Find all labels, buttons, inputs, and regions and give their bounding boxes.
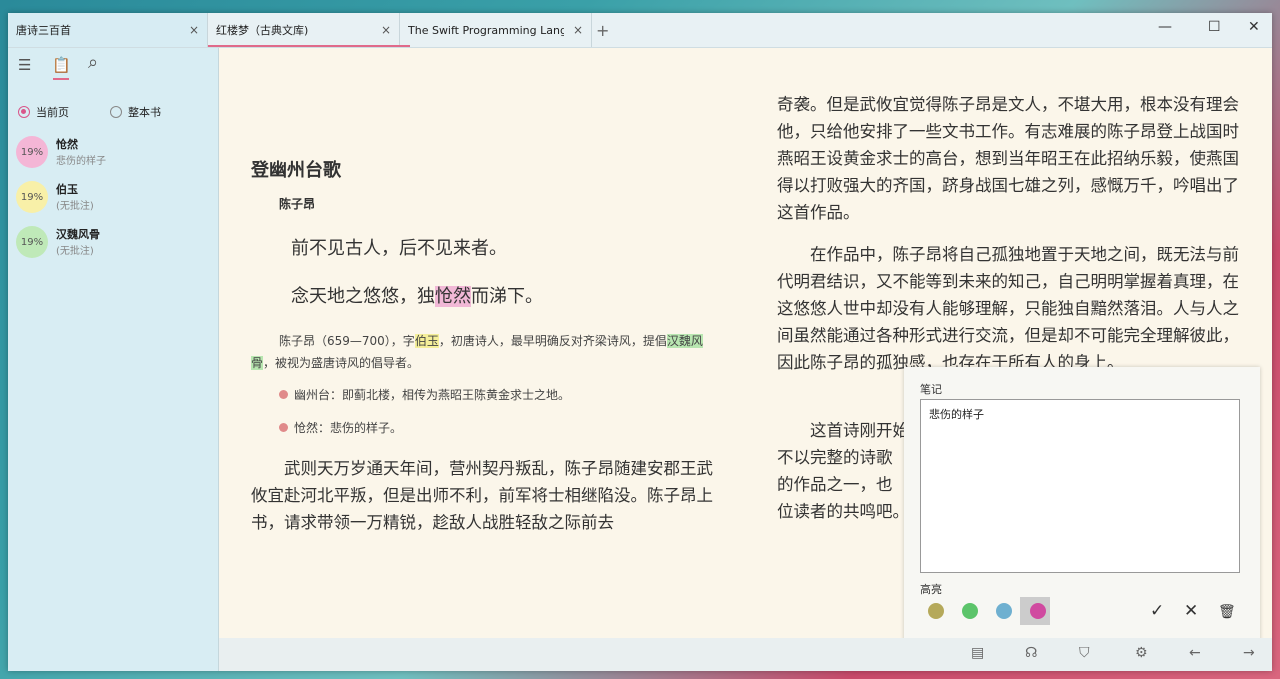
store-icon[interactable]: ⛉ bbox=[1079, 645, 1090, 661]
bio-text: ，初唐诗人，最早明确反对齐梁诗风，提倡 bbox=[438, 334, 667, 348]
highlight-label: 高亮 bbox=[920, 583, 942, 596]
note-comment: (无批注) bbox=[56, 201, 94, 212]
radio-selected-icon bbox=[18, 106, 30, 118]
paragraph: 这首诗刚开始 bbox=[810, 421, 909, 440]
cancel-icon[interactable]: ✕ bbox=[1184, 601, 1198, 621]
note-percent: 19% bbox=[16, 136, 48, 168]
settings-icon[interactable]: ⚙ bbox=[1135, 645, 1148, 661]
note-label: 笔记 bbox=[920, 383, 942, 396]
scope-whole-book-radio[interactable]: 整本书 bbox=[110, 104, 161, 120]
poem-text: 而涕下。 bbox=[471, 286, 543, 307]
footnote: 幽州台：即蓟北楼，相传为燕昭王陈黄金求士之地。 bbox=[279, 386, 570, 403]
paragraph-line: 的作品之一，也 bbox=[777, 475, 893, 494]
read-aloud-icon[interactable]: ☊ bbox=[1025, 645, 1037, 661]
paragraph-line: 不以完整的诗歌 bbox=[777, 448, 893, 467]
note-percent: 19% bbox=[16, 181, 48, 213]
footnote-text: 怆然：悲伤的样子。 bbox=[294, 421, 403, 435]
page-icon[interactable]: ▤ bbox=[971, 645, 984, 661]
tab-label: 红楼梦（古典文库) bbox=[216, 24, 309, 37]
highlight-pink[interactable]: 怆然 bbox=[435, 286, 471, 307]
scope-current-page-radio[interactable]: 当前页 bbox=[18, 104, 69, 120]
note-editor-panel: 笔记 悲伤的样子 高亮 ✓ ✕ 🗑 bbox=[904, 367, 1260, 651]
active-tab-indicator bbox=[208, 45, 410, 47]
poem-author: 陈子昂 bbox=[279, 197, 316, 211]
note-title: 汉魏风骨 bbox=[56, 228, 100, 241]
new-tab-button[interactable]: + bbox=[596, 21, 609, 40]
note-title: 怆然 bbox=[56, 138, 78, 151]
delete-icon[interactable]: 🗑 bbox=[1218, 604, 1236, 620]
radio-label: 整本书 bbox=[128, 106, 161, 119]
sidebar: ☰ 📋 ⌕ 当前页 整本书 19% 怆然 悲伤的样子 19% 伯玉 (无批注) … bbox=[8, 48, 219, 671]
close-tab-icon[interactable]: × bbox=[189, 23, 199, 37]
poem-line: 前不见古人，后不见来者。 bbox=[291, 238, 507, 259]
close-tab-icon[interactable]: × bbox=[381, 23, 391, 37]
note-list-item[interactable]: 19% 怆然 悲伤的样子 bbox=[16, 132, 216, 172]
bio-text: ，被视为盛唐诗风的倡导者。 bbox=[263, 356, 420, 370]
color-swatch-pink[interactable] bbox=[1030, 603, 1046, 619]
note-list-item[interactable]: 19% 伯玉 (无批注) bbox=[16, 177, 216, 217]
poem-line: 念天地之悠悠，独怆然而涕下。 bbox=[291, 282, 543, 308]
tab-tangshi[interactable]: 唐诗三百首 × bbox=[8, 13, 208, 47]
note-textarea[interactable]: 悲伤的样子 bbox=[920, 399, 1240, 573]
paragraph-line: 位读者的共鸣吧。 bbox=[777, 502, 909, 521]
tab-bar: 唐诗三百首 × 红楼梦（古典文库) × The Swift Programmin… bbox=[8, 13, 1272, 48]
toc-icon[interactable]: ☰ bbox=[18, 56, 31, 74]
footnote-marker-icon bbox=[279, 423, 288, 432]
color-swatch-olive[interactable] bbox=[928, 603, 944, 619]
minimize-button[interactable]: — bbox=[1158, 19, 1172, 35]
tab-swift[interactable]: The Swift Programming Language (S × bbox=[400, 13, 592, 47]
bio-text: 陈子昂（659—700），字 bbox=[279, 334, 415, 348]
close-tab-icon[interactable]: × bbox=[573, 23, 583, 37]
note-percent: 19% bbox=[16, 226, 48, 258]
note-comment: (无批注) bbox=[56, 246, 94, 257]
reader-window: 唐诗三百首 × 红楼梦（古典文库) × The Swift Programmin… bbox=[8, 13, 1272, 671]
poem-title: 登幽州台歌 bbox=[251, 160, 341, 181]
footnote-marker-icon bbox=[279, 390, 288, 399]
paragraph: 在作品中，陈子昂将自己孤独地置于天地之间，既无法与前代明君结识，又不能等到未来的… bbox=[777, 245, 1239, 372]
tab-label: The Swift Programming Language (S bbox=[408, 23, 564, 37]
footnote: 怆然：悲伤的样子。 bbox=[279, 419, 402, 436]
close-window-button[interactable]: ✕ bbox=[1248, 19, 1260, 35]
note-title: 伯玉 bbox=[56, 183, 78, 196]
sidebar-tab-indicator bbox=[53, 78, 69, 80]
paragraph: 奇袭。但是武攸宜觉得陈子昂是文人，不堪大用，根本没有理会他，只给他安排了一些文书… bbox=[777, 95, 1239, 222]
search-icon[interactable]: ⌕ bbox=[88, 52, 98, 73]
tab-label: 唐诗三百首 bbox=[16, 24, 71, 37]
footnote-text: 幽州台：即蓟北楼，相传为燕昭王陈黄金求士之地。 bbox=[294, 388, 571, 402]
color-swatch-green[interactable] bbox=[962, 603, 978, 619]
radio-label: 当前页 bbox=[36, 106, 69, 119]
note-list-item[interactable]: 19% 汉魏风骨 (无批注) bbox=[16, 222, 216, 262]
bottom-toolbar: ▤ ☊ ⛉ ⚙ ← → bbox=[219, 638, 1272, 671]
paragraph: 武则天万岁通天年间，营州契丹叛乱，陈子昂随建安郡王武攸宜赴河北平叛，但是出师不利… bbox=[251, 459, 713, 532]
prev-page-icon[interactable]: ← bbox=[1189, 645, 1201, 661]
confirm-icon[interactable]: ✓ bbox=[1150, 601, 1164, 621]
radio-unselected-icon bbox=[110, 106, 122, 118]
poem-text: 念天地之悠悠，独 bbox=[291, 286, 435, 307]
tab-hongloumeng[interactable]: 红楼梦（古典文库) × bbox=[208, 13, 410, 47]
author-bio: 陈子昂（659—700），字伯玉，初唐诗人，最早明确反对齐梁诗风，提倡汉魏风骨，… bbox=[251, 330, 711, 374]
color-swatch-blue[interactable] bbox=[996, 603, 1012, 619]
note-comment: 悲伤的样子 bbox=[56, 156, 106, 167]
highlight-yellow[interactable]: 伯玉 bbox=[414, 334, 439, 348]
notes-icon[interactable]: 📋 bbox=[52, 56, 71, 74]
maximize-button[interactable]: ☐ bbox=[1208, 19, 1221, 35]
next-page-icon[interactable]: → bbox=[1243, 645, 1255, 661]
